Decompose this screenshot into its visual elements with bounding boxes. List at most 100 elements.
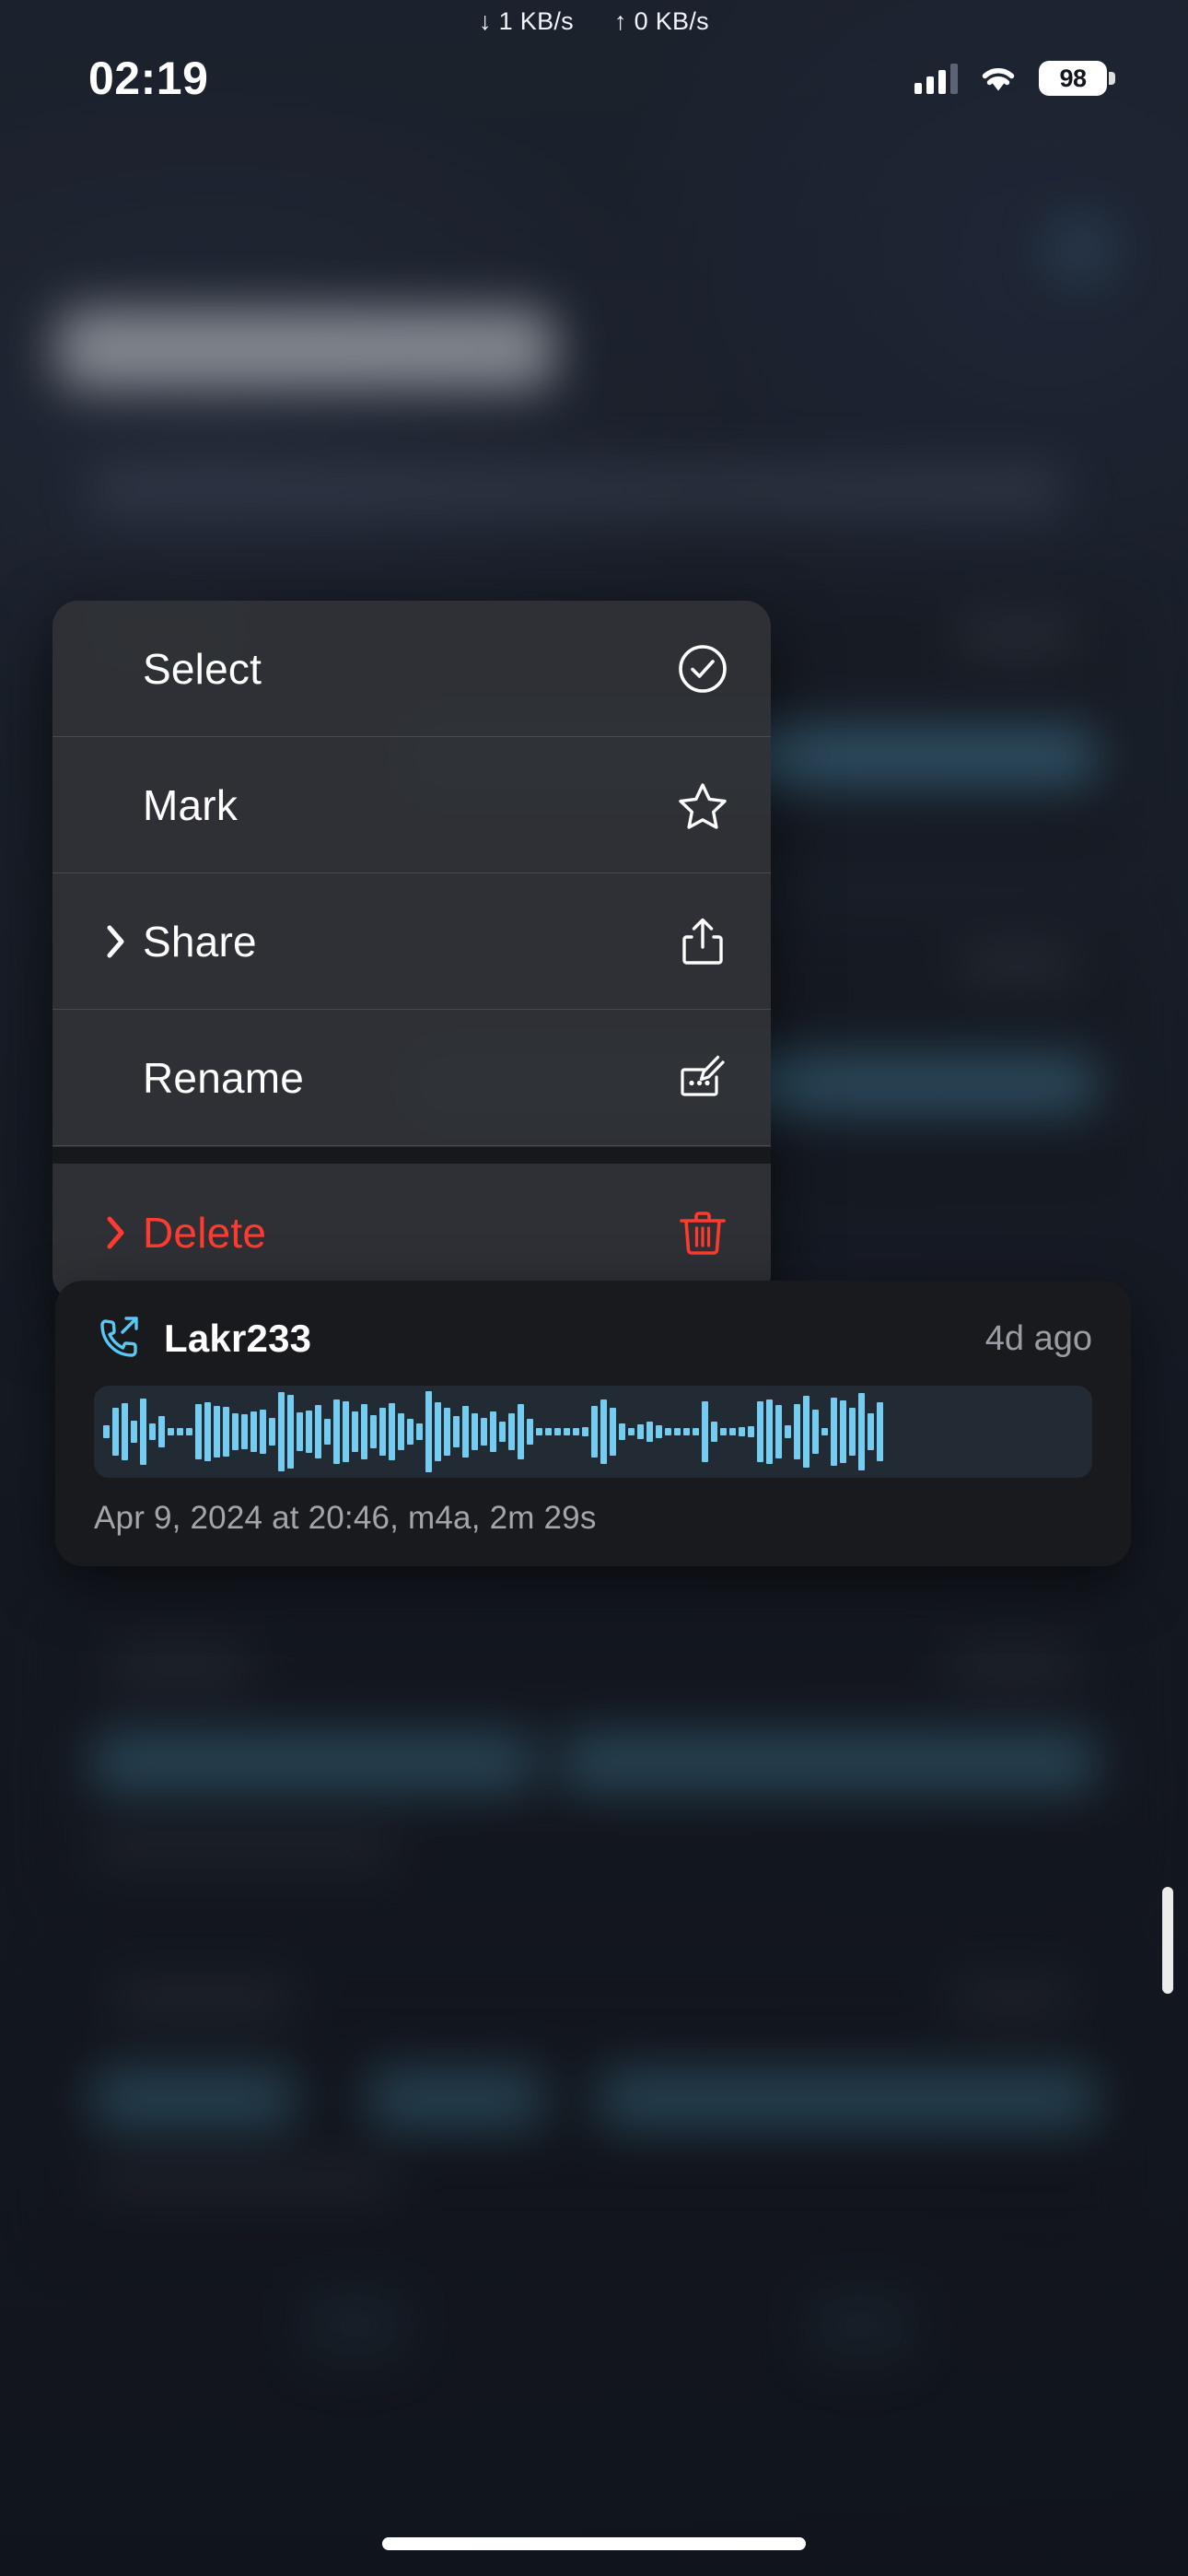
waveform-bar [352,1411,358,1452]
waveform-bar [398,1413,404,1450]
status-bar-clock: 02:19 [88,53,209,104]
waveform-bar [435,1402,441,1461]
waveform-bar [831,1398,837,1466]
waveform-bar [582,1427,588,1436]
waveform-bar [122,1403,128,1460]
waveform-bar [140,1399,146,1465]
network-speed-indicator: ↓ 1 KB/s ↑ 0 KB/s [0,0,1188,42]
upload-speed-label: ↑ 0 KB/s [614,6,709,35]
waveform-bar [297,1412,303,1451]
waveform-bar [545,1428,552,1435]
waveform-bar [554,1428,561,1435]
waveform-bar [720,1428,727,1435]
waveform-bar [665,1428,671,1435]
waveform-bar [472,1413,478,1450]
context-menu-item-label: Delete [143,1209,267,1257]
waveform-bar [490,1411,496,1452]
scroll-indicator[interactable] [1162,1887,1173,1994]
trash-icon [675,1205,730,1260]
waveform-bar [204,1402,211,1461]
context-menu[interactable]: Select Mark Share Rename Delete [52,601,771,1301]
waveform-bar [840,1400,846,1463]
waveform-bar [646,1422,653,1442]
context-menu-item-label: Share [143,917,257,966]
waveform-bar [508,1413,515,1450]
waveform-bar [306,1411,312,1453]
waveform-bar [195,1404,202,1459]
waveform-bar [112,1408,119,1456]
waveform-bar [343,1401,349,1462]
waveform-bar [573,1428,579,1435]
context-menu-item-rename[interactable]: Rename [52,1010,771,1146]
waveform-bar [656,1425,662,1438]
waveform-bar [821,1428,828,1435]
recording-waveform[interactable] [94,1386,1092,1478]
waveform-bar [794,1404,800,1459]
waveform-bar [693,1428,699,1435]
waveform-bar [361,1404,367,1459]
recording-card-header: Lakr233 4d ago [94,1312,1092,1365]
waveform-bar [453,1416,460,1447]
waveform-bar [425,1391,432,1472]
waveform-bar [269,1418,275,1446]
waveform-bar [241,1414,248,1449]
context-menu-item-select[interactable]: Select [52,601,771,737]
waveform-bar [803,1396,809,1468]
context-menu-item-mark[interactable]: Mark [52,737,771,873]
outgoing-call-icon [94,1314,144,1364]
waveform-bar [499,1422,506,1442]
waveform-bar [619,1423,625,1440]
status-bar-indicators: 98 [914,61,1115,96]
context-menu-item-label: Rename [143,1053,305,1102]
share-icon [675,914,730,969]
context-menu-item-share[interactable]: Share [52,873,771,1010]
home-indicator[interactable] [382,2537,806,2550]
waveform-bar [158,1416,165,1447]
waveform-bar [711,1422,717,1442]
waveform-bar [518,1404,524,1459]
waveform-bar [481,1418,487,1446]
waveform-bar [849,1408,856,1456]
waveform-bar [729,1428,736,1435]
waveform-bar [370,1415,377,1448]
waveform-bar [324,1419,331,1445]
waveform-bar [416,1423,423,1440]
chevron-right-icon [100,1216,132,1249]
waveform-bar [214,1406,220,1458]
recording-card[interactable]: Lakr233 4d ago Apr 9, 2024 at 20:46, m4a… [55,1281,1131,1566]
waveform-bar [103,1425,110,1438]
waveform-bar [564,1428,570,1435]
waveform-bar [250,1411,257,1452]
star-icon [675,778,730,833]
waveform-bar [739,1427,745,1436]
waveform-bar [702,1401,708,1462]
waveform-bar [444,1408,450,1456]
waveform-bar [315,1405,321,1458]
chevron-right-icon [100,925,132,958]
battery-percent-label: 98 [1059,64,1087,92]
waveform-bar [674,1428,681,1435]
waveform-bar [333,1399,340,1464]
waveform-bar [149,1423,156,1440]
waveform-bar [775,1405,782,1458]
waveform-bar [637,1424,644,1439]
waveform-bar [186,1428,192,1435]
context-menu-item-label: Mark [143,780,239,829]
waveform-bar [527,1419,533,1445]
waveform-bar [168,1428,174,1435]
screen: ↓ 1 KB/s ↑ 0 KB/s 02:19 98 Select Mark S… [0,0,1188,2576]
waveform-bar [591,1406,598,1458]
waveform-bar [407,1419,413,1445]
waveform-bar [177,1428,183,1435]
waveform-bar [628,1428,635,1435]
recording-title: Lakr233 [164,1317,312,1360]
waveform-bar [287,1395,294,1469]
status-bar: 02:19 98 [0,42,1188,114]
waveform-bar [600,1399,607,1464]
waveform-bar [379,1408,386,1456]
waveform-bar [462,1406,469,1458]
waveform-bar [858,1393,865,1470]
waveform-bar [785,1425,791,1438]
waveform-bar [766,1399,773,1464]
download-speed-label: ↓ 1 KB/s [479,6,574,35]
